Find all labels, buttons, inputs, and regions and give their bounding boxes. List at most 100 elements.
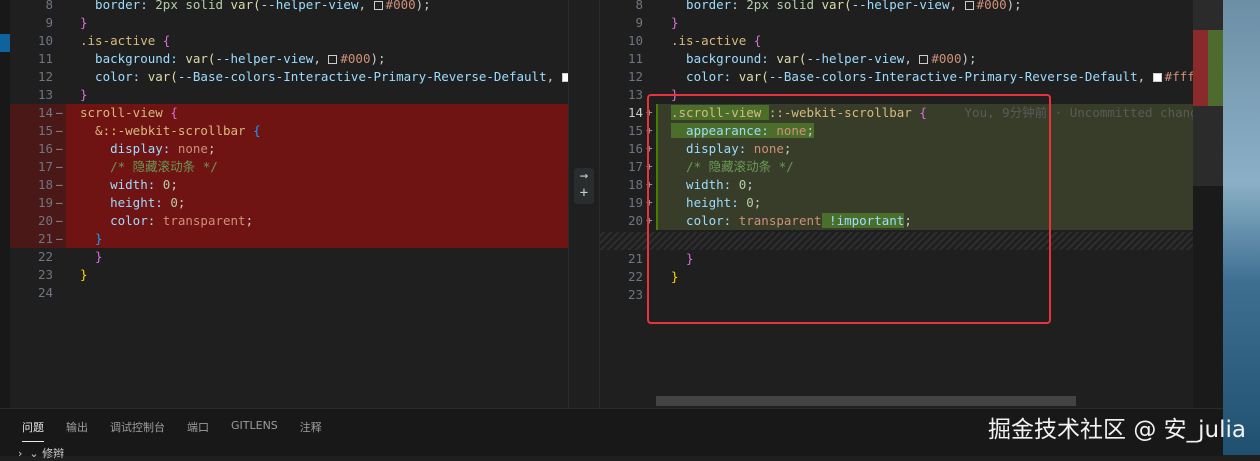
color-swatch[interactable] bbox=[373, 1, 383, 10]
code-token: transparent bbox=[162, 213, 246, 228]
code-token: color: bbox=[80, 69, 148, 84]
line-text[interactable]: } bbox=[671, 14, 679, 32]
code-line[interactable]: 22 } bbox=[10, 248, 568, 266]
deleted-line-marker: — bbox=[56, 160, 63, 173]
horizontal-scrollbar[interactable] bbox=[656, 396, 1076, 406]
code-line[interactable]: 20— color: transparent; bbox=[10, 212, 568, 230]
line-text[interactable]: background: var(--helper-view, #000); bbox=[671, 50, 977, 68]
code-line[interactable]: 15— &::-webkit-scrollbar { bbox=[10, 122, 568, 140]
line-text[interactable]: width: 0; bbox=[80, 176, 178, 194]
line-number: 19 bbox=[627, 195, 643, 210]
code-line[interactable]: 11 background: var(--helper-view, #000); bbox=[600, 50, 1193, 68]
panel-tab[interactable]: 问题 bbox=[22, 417, 44, 442]
line-text[interactable]: border: 2px solid var(--helper-view, #00… bbox=[671, 0, 1022, 14]
line-text[interactable]: } bbox=[80, 14, 88, 32]
code-token: #000 bbox=[340, 51, 371, 66]
line-text[interactable]: /* 隐藏滚动条 */ bbox=[80, 158, 218, 176]
line-text[interactable]: height: 0; bbox=[80, 194, 185, 212]
line-number: 12 bbox=[627, 69, 643, 84]
line-text[interactable]: color: var(--Base-colors-Interactive-Pri… bbox=[671, 68, 1193, 86]
panel-tree-row[interactable]: › ⌄ 修辫 bbox=[18, 445, 64, 461]
code-line[interactable]: 24 bbox=[10, 284, 568, 302]
code-line[interactable]: 11 background: var(--helper-view, #000); bbox=[10, 50, 568, 68]
line-text[interactable]: .is-active { bbox=[671, 32, 761, 50]
panel-tab[interactable]: 端口 bbox=[187, 417, 209, 442]
code-line[interactable]: 13} bbox=[10, 86, 568, 104]
diff-original-editor[interactable]: 8 border: 2px solid var(--helper-view, #… bbox=[10, 0, 568, 408]
code-line[interactable]: 17— /* 隐藏滚动条 */ bbox=[10, 158, 568, 176]
line-number: 21 bbox=[627, 251, 643, 266]
code-token: ; bbox=[177, 195, 186, 210]
code-line[interactable]: 10 .is-active { bbox=[10, 32, 568, 50]
color-swatch[interactable] bbox=[328, 55, 338, 64]
line-number: 14 bbox=[37, 105, 53, 120]
revert-arrow-icon[interactable]: → bbox=[574, 168, 594, 185]
line-text[interactable]: } bbox=[80, 230, 103, 248]
code-line[interactable]: 19— height: 0; bbox=[10, 194, 568, 212]
code-line[interactable]: 9} bbox=[600, 14, 1193, 32]
code-token: ); bbox=[370, 51, 386, 66]
code-line[interactable]: 23} bbox=[10, 266, 568, 284]
line-number: 13 bbox=[627, 87, 643, 102]
line-text[interactable]: } bbox=[80, 248, 103, 266]
code-token: { bbox=[253, 123, 261, 138]
code-token: ; bbox=[245, 213, 254, 228]
line-number: 17 bbox=[37, 159, 53, 174]
code-token: --helper-view bbox=[851, 0, 950, 12]
code-token: ); bbox=[415, 0, 431, 12]
code-token: var( bbox=[185, 51, 216, 66]
panel-tab[interactable]: 调试控制台 bbox=[110, 417, 165, 442]
code-line[interactable]: 8 border: 2px solid var(--helper-view, #… bbox=[10, 0, 568, 14]
line-text[interactable]: color: var(--Base-colors-Interactive-Pri… bbox=[80, 68, 568, 86]
line-text[interactable]: &::-webkit-scrollbar { bbox=[80, 122, 261, 140]
code-token: } bbox=[80, 231, 103, 246]
code-token: #000 bbox=[385, 0, 416, 12]
code-token: width: bbox=[80, 177, 163, 192]
line-text[interactable]: } bbox=[80, 266, 88, 284]
line-text[interactable]: border: 2px solid var(--helper-view, #00… bbox=[80, 0, 431, 14]
panel-tab[interactable]: 注释 bbox=[300, 417, 322, 442]
deleted-line-marker: — bbox=[56, 196, 63, 209]
line-number: 20 bbox=[627, 213, 643, 228]
code-token: 2px solid bbox=[155, 0, 231, 12]
code-token: --helper-view bbox=[260, 0, 359, 12]
line-text[interactable]: .is-active { bbox=[80, 32, 170, 50]
minimap[interactable] bbox=[1193, 0, 1223, 408]
code-line[interactable]: 9} bbox=[10, 14, 568, 32]
line-text[interactable]: scroll-view { bbox=[80, 104, 178, 122]
stage-plus-icon[interactable]: + bbox=[574, 185, 594, 202]
code-token: #000 bbox=[976, 0, 1007, 12]
code-line[interactable]: 18— width: 0; bbox=[10, 176, 568, 194]
original-code[interactable]: 8 border: 2px solid var(--helper-view, #… bbox=[10, 0, 568, 302]
line-text[interactable]: background: var(--helper-view, #000); bbox=[80, 50, 386, 68]
code-token: display: bbox=[80, 141, 178, 156]
code-token: } bbox=[80, 87, 88, 102]
code-token: } bbox=[80, 249, 103, 264]
code-token: , bbox=[358, 0, 374, 12]
line-number: 23 bbox=[627, 287, 643, 302]
code-token: var( bbox=[147, 69, 178, 84]
code-line[interactable]: 10 .is-active { bbox=[600, 32, 1193, 50]
line-text[interactable]: display: none; bbox=[80, 140, 215, 158]
color-swatch[interactable] bbox=[964, 1, 974, 10]
line-number: 10 bbox=[37, 33, 53, 48]
code-line[interactable]: 12 color: var(--Base-colors-Interactive-… bbox=[600, 68, 1193, 86]
code-line[interactable]: 12 color: var(--Base-colors-Interactive-… bbox=[10, 68, 568, 86]
diff-gutter: → + bbox=[568, 0, 600, 408]
revert-change-control[interactable]: → + bbox=[574, 168, 594, 204]
code-token: background: bbox=[80, 51, 186, 66]
code-token: 0 bbox=[170, 195, 178, 210]
line-text[interactable]: color: transparent; bbox=[80, 212, 253, 230]
code-line[interactable]: 8 border: 2px solid var(--helper-view, #… bbox=[600, 0, 1193, 14]
code-line[interactable]: 16— display: none; bbox=[10, 140, 568, 158]
code-token: , bbox=[546, 69, 562, 84]
color-swatch[interactable] bbox=[1152, 73, 1162, 82]
code-line[interactable]: 14— scroll-view { bbox=[10, 104, 568, 122]
panel-tab[interactable]: GITLENS bbox=[231, 417, 278, 442]
code-token: { bbox=[162, 33, 171, 48]
code-token: var( bbox=[230, 0, 261, 12]
line-text[interactable]: } bbox=[80, 86, 88, 104]
color-swatch[interactable] bbox=[919, 55, 929, 64]
panel-tab[interactable]: 输出 bbox=[66, 417, 88, 442]
code-line[interactable]: 21— } bbox=[10, 230, 568, 248]
